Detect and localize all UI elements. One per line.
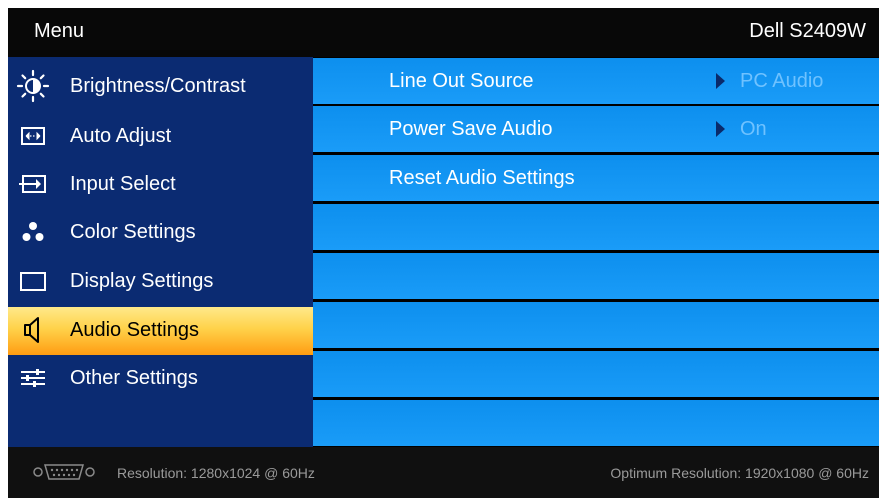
monitor-model: Dell S2409W — [749, 20, 866, 42]
sidebar-item-label: Other Settings — [70, 367, 198, 389]
sidebar-item-label: Display Settings — [70, 270, 214, 292]
empty-row — [313, 253, 879, 299]
audio-settings-panel: Line Out Source PC Audio Power Save Audi… — [313, 57, 879, 447]
menu-header: Menu Dell S2409W — [8, 8, 879, 57]
auto-adjust-icon — [21, 127, 45, 145]
color-settings-icon — [22, 222, 44, 241]
sidebar: Brightness/Contrast Auto Adjust Input Se… — [8, 57, 313, 447]
sidebar-item-label: Color Settings — [70, 221, 196, 243]
sidebar-item-display-settings[interactable]: Display Settings — [8, 258, 313, 306]
osd-window: Menu Dell S2409W Brightness/Contrast Aut… — [8, 8, 879, 498]
sidebar-item-other-settings[interactable]: Other Settings — [8, 355, 313, 403]
menu-title: Menu — [34, 20, 85, 42]
empty-row — [313, 400, 879, 446]
sliders-icon — [21, 369, 45, 387]
speaker-icon — [24, 317, 39, 343]
status-footer: Resolution: 1280x1024 @ 60Hz Optimum Res… — [8, 447, 879, 498]
reset-audio-settings-row[interactable]: Reset Audio Settings — [313, 155, 879, 201]
sidebar-item-brightness-contrast[interactable]: Brightness/Contrast — [8, 63, 313, 111]
brightness-icon — [16, 69, 50, 103]
power-save-audio-row[interactable]: Power Save Audio On — [313, 106, 879, 152]
sidebar-item-label: Audio Settings — [70, 319, 199, 341]
line-out-source-row[interactable]: Line Out Source PC Audio — [313, 58, 879, 104]
sidebar-item-label: Brightness/Contrast — [70, 75, 246, 97]
empty-row — [313, 204, 879, 250]
sidebar-item-auto-adjust[interactable]: Auto Adjust — [8, 113, 313, 161]
reset-audio-settings-label: Reset Audio Settings — [389, 167, 575, 189]
current-resolution: Resolution: 1280x1024 @ 60Hz — [117, 465, 315, 481]
sidebar-item-label: Input Select — [70, 173, 176, 195]
line-out-source-label: Line Out Source — [389, 70, 534, 92]
empty-row — [313, 351, 879, 397]
sidebar-item-input-select[interactable]: Input Select — [8, 161, 313, 209]
power-save-audio-value: On — [740, 118, 767, 140]
sidebar-item-color-settings[interactable]: Color Settings — [8, 209, 313, 257]
display-settings-icon — [20, 272, 46, 291]
power-save-audio-label: Power Save Audio — [389, 118, 553, 140]
vga-connector-icon — [33, 464, 95, 480]
input-select-icon — [19, 175, 46, 193]
submenu-arrow-icon — [716, 73, 725, 89]
empty-row — [313, 302, 879, 348]
sidebar-item-label: Auto Adjust — [70, 125, 172, 147]
sidebar-item-audio-settings[interactable]: Audio Settings — [8, 307, 313, 355]
line-out-source-value: PC Audio — [740, 70, 824, 92]
optimum-resolution: Optimum Resolution: 1920x1080 @ 60Hz — [610, 465, 869, 481]
submenu-arrow-icon — [716, 121, 725, 137]
